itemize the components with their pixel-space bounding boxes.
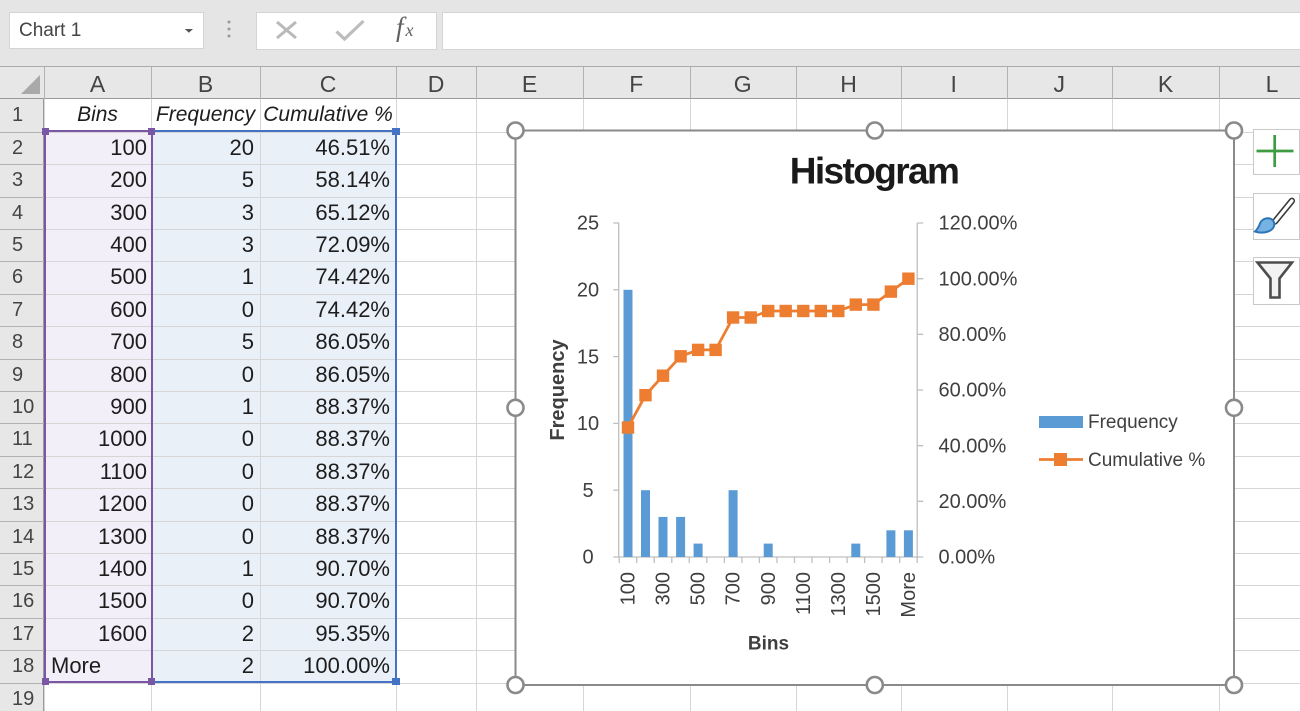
svg-text:40.00%: 40.00% [939, 435, 1007, 457]
svg-text:100.00%: 100.00% [939, 268, 1018, 290]
svg-text:15: 15 [577, 346, 599, 368]
svg-text:0: 0 [582, 547, 593, 569]
svg-text:20: 20 [577, 280, 599, 302]
svg-text:20.00%: 20.00% [939, 491, 1007, 513]
svg-text:80.00%: 80.00% [939, 324, 1007, 346]
svg-text:10: 10 [577, 413, 599, 435]
svg-text:60.00%: 60.00% [939, 380, 1007, 402]
svg-text:Frequency: Frequency [1088, 412, 1178, 433]
svg-text:Cumulative %: Cumulative % [1088, 450, 1205, 471]
svg-text:5: 5 [582, 480, 593, 502]
svg-text:120.00%: 120.00% [939, 213, 1018, 235]
svg-text:100: 100 [618, 572, 640, 605]
svg-text:1300: 1300 [828, 572, 850, 617]
svg-text:Frequency: Frequency [547, 339, 569, 441]
svg-text:500: 500 [688, 572, 710, 605]
svg-text:More: More [898, 572, 920, 618]
svg-text:0.00%: 0.00% [939, 547, 996, 569]
svg-text:900: 900 [758, 572, 780, 605]
svg-text:Bins: Bins [748, 634, 789, 655]
svg-text:1100: 1100 [793, 572, 815, 615]
svg-text:Histogram: Histogram [790, 151, 959, 192]
svg-text:300: 300 [653, 572, 675, 605]
svg-text:700: 700 [723, 572, 745, 605]
svg-text:1500: 1500 [863, 572, 885, 617]
svg-text:25: 25 [577, 213, 599, 235]
